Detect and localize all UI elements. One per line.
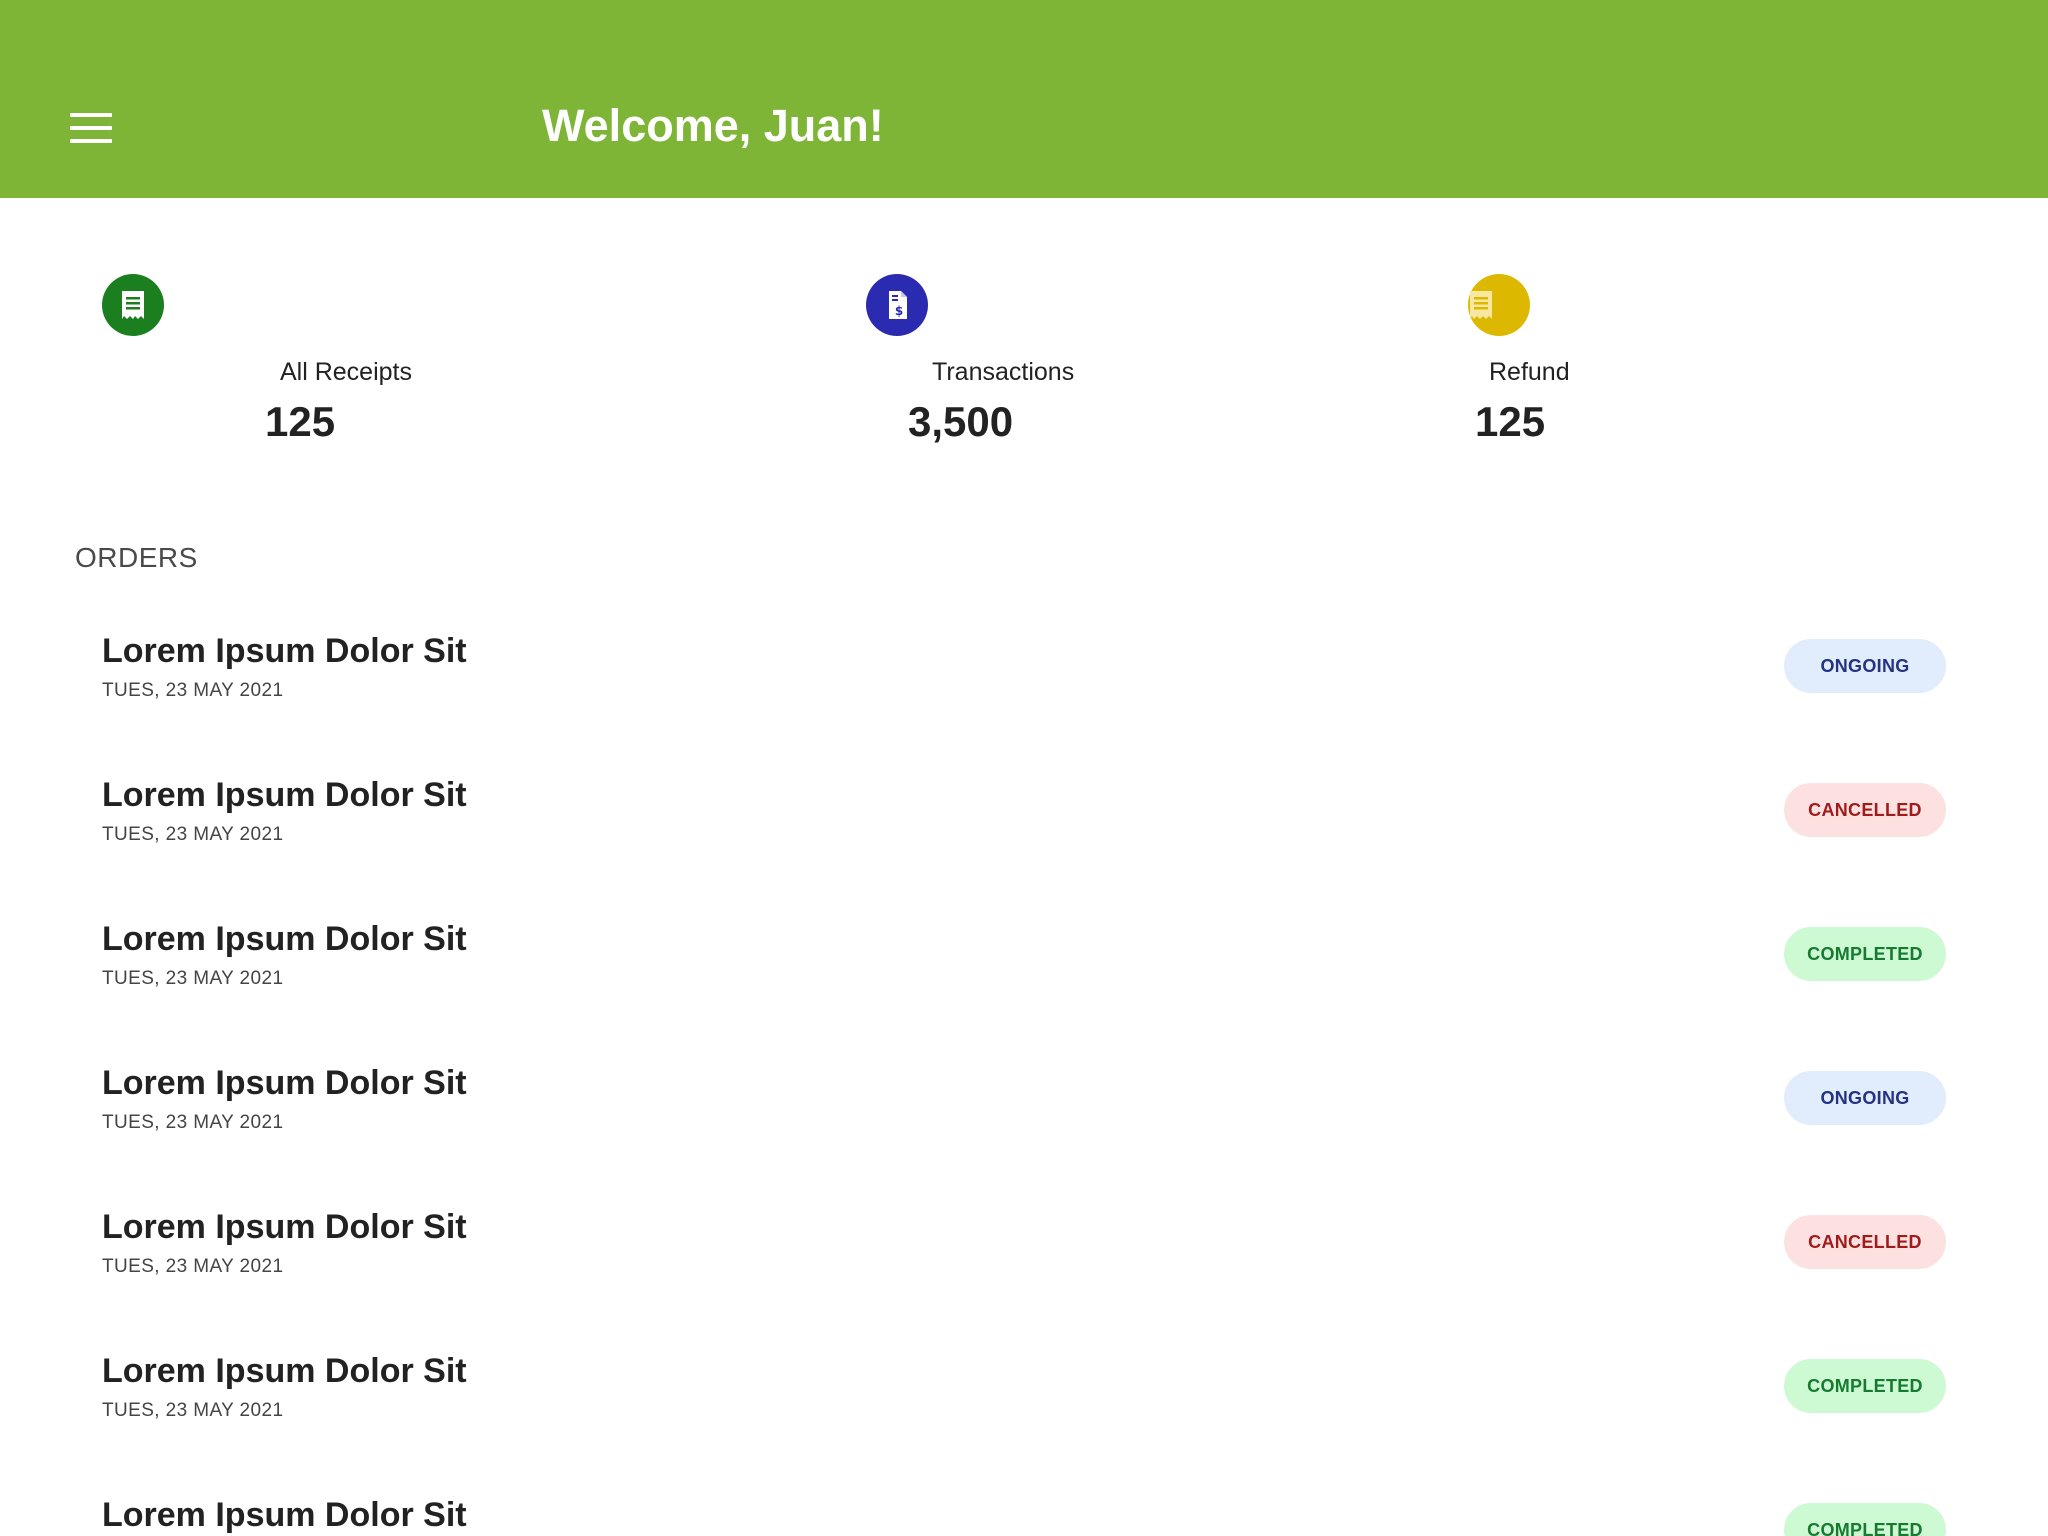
order-date: TUES, 23 MAY 2021 bbox=[102, 1112, 284, 1133]
order-title: Lorem Ipsum Dolor Sit bbox=[102, 776, 467, 814]
page-title: Welcome, Juan! bbox=[542, 100, 884, 151]
receipt-icon bbox=[102, 274, 164, 336]
status-badge[interactable]: ONGOING bbox=[1784, 639, 1946, 693]
order-date: TUES, 23 MAY 2021 bbox=[102, 680, 284, 701]
order-date: TUES, 23 MAY 2021 bbox=[102, 824, 284, 845]
order-date: TUES, 23 MAY 2021 bbox=[102, 1256, 284, 1277]
status-badge[interactable]: COMPLETED bbox=[1784, 927, 1946, 981]
status-badge[interactable]: CANCELLED bbox=[1784, 783, 1946, 837]
status-badge[interactable]: COMPLETED bbox=[1784, 1503, 1946, 1536]
order-item[interactable]: Lorem Ipsum Dolor Sit TUES, 23 MAY 2021 … bbox=[0, 1352, 2048, 1496]
svg-text:$: $ bbox=[895, 304, 903, 318]
receipt-icon bbox=[1468, 274, 1530, 336]
order-title: Lorem Ipsum Dolor Sit bbox=[102, 920, 467, 958]
app-header: Welcome, Juan! bbox=[0, 0, 2048, 198]
order-item[interactable]: Lorem Ipsum Dolor Sit TUES, 23 MAY 2021 … bbox=[0, 920, 2048, 1064]
order-title: Lorem Ipsum Dolor Sit bbox=[102, 1064, 467, 1102]
order-item[interactable]: Lorem Ipsum Dolor Sit TUES, 23 MAY 2021 … bbox=[0, 1064, 2048, 1208]
stat-label-refund: Refund bbox=[1489, 358, 1570, 386]
status-badge[interactable]: COMPLETED bbox=[1784, 1359, 1946, 1413]
stat-label-transactions: Transactions bbox=[932, 358, 1075, 386]
invoice-dollar-icon: $ bbox=[866, 274, 928, 336]
stat-value-refund: 125 bbox=[1475, 398, 1546, 445]
order-item[interactable]: Lorem Ipsum Dolor Sit COMPLETED bbox=[0, 1496, 2048, 1536]
order-date: TUES, 23 MAY 2021 bbox=[102, 968, 284, 989]
stat-value-all-receipts: 125 bbox=[265, 398, 336, 445]
status-badge[interactable]: CANCELLED bbox=[1784, 1215, 1946, 1269]
orders-section-title: ORDERS bbox=[75, 542, 198, 573]
order-item[interactable]: Lorem Ipsum Dolor Sit TUES, 23 MAY 2021 … bbox=[0, 632, 2048, 776]
stat-value-transactions: 3,500 bbox=[908, 398, 1014, 445]
order-item[interactable]: Lorem Ipsum Dolor Sit TUES, 23 MAY 2021 … bbox=[0, 1208, 2048, 1352]
order-title: Lorem Ipsum Dolor Sit bbox=[102, 1208, 467, 1246]
order-title: Lorem Ipsum Dolor Sit bbox=[102, 1496, 467, 1534]
hamburger-menu-icon[interactable] bbox=[70, 113, 112, 143]
order-title: Lorem Ipsum Dolor Sit bbox=[102, 632, 467, 670]
status-badge[interactable]: ONGOING bbox=[1784, 1071, 1946, 1125]
order-title: Lorem Ipsum Dolor Sit bbox=[102, 1352, 467, 1390]
order-date: TUES, 23 MAY 2021 bbox=[102, 1400, 284, 1421]
stat-label-all-receipts: All Receipts bbox=[280, 358, 412, 386]
order-item[interactable]: Lorem Ipsum Dolor Sit TUES, 23 MAY 2021 … bbox=[0, 776, 2048, 920]
